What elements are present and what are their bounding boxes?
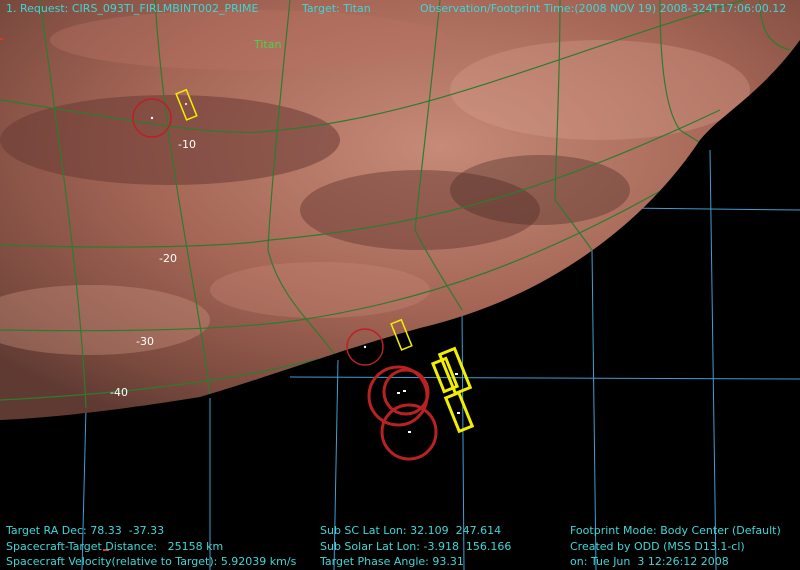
target-label: Target: Titan bbox=[302, 2, 371, 15]
edge-marker bbox=[0, 38, 3, 40]
footprint-mode: Footprint Mode: Body Center (Default) bbox=[570, 524, 781, 537]
body-name-label: Titan bbox=[254, 38, 282, 51]
titan-body bbox=[0, 0, 800, 420]
observation-viewport[interactable]: 1. Request: CIRS_093TI_FIRLMBINT002_PRIM… bbox=[0, 0, 800, 570]
footprint-cluster bbox=[367, 365, 438, 461]
observation-time-label: Observation/Footprint Time:(2008 NOV 19)… bbox=[420, 2, 787, 15]
latitude-label: -30 bbox=[136, 335, 154, 348]
latitude-label: -10 bbox=[178, 138, 196, 151]
created-on: on: Tue Jun 3 12:26:12 2008 bbox=[570, 555, 729, 568]
spacecraft-velocity: Spacecraft Velocity(relative to Target):… bbox=[6, 555, 297, 568]
sub-solar-lat-lon: Sub Solar Lat Lon: -3.918 156.166 bbox=[320, 540, 512, 553]
footprint-box-center bbox=[185, 103, 187, 105]
request-label: 1. Request: CIRS_093TI_FIRLMBINT002_PRIM… bbox=[6, 2, 259, 15]
target-ra-dec: Target RA Dec: 78.33 -37.33 bbox=[6, 524, 165, 537]
scene-canvas bbox=[0, 0, 800, 570]
spacecraft-target-distance: Spacecraft-Target Distance: 25158 km bbox=[6, 540, 224, 553]
sub-sc-lat-lon: Sub SC Lat Lon: 32.109 247.614 bbox=[320, 524, 502, 537]
footprint-box-cluster bbox=[430, 346, 475, 434]
created-by: Created by ODD (MSS D13.1-cl) bbox=[570, 540, 745, 553]
latitude-label: -40 bbox=[110, 386, 128, 399]
latitude-label: -20 bbox=[159, 252, 177, 265]
target-phase-angle: Target Phase Angle: 93.31 bbox=[320, 555, 464, 568]
footprint-center-dot bbox=[363, 345, 367, 349]
footprint-center-dot bbox=[150, 116, 154, 120]
